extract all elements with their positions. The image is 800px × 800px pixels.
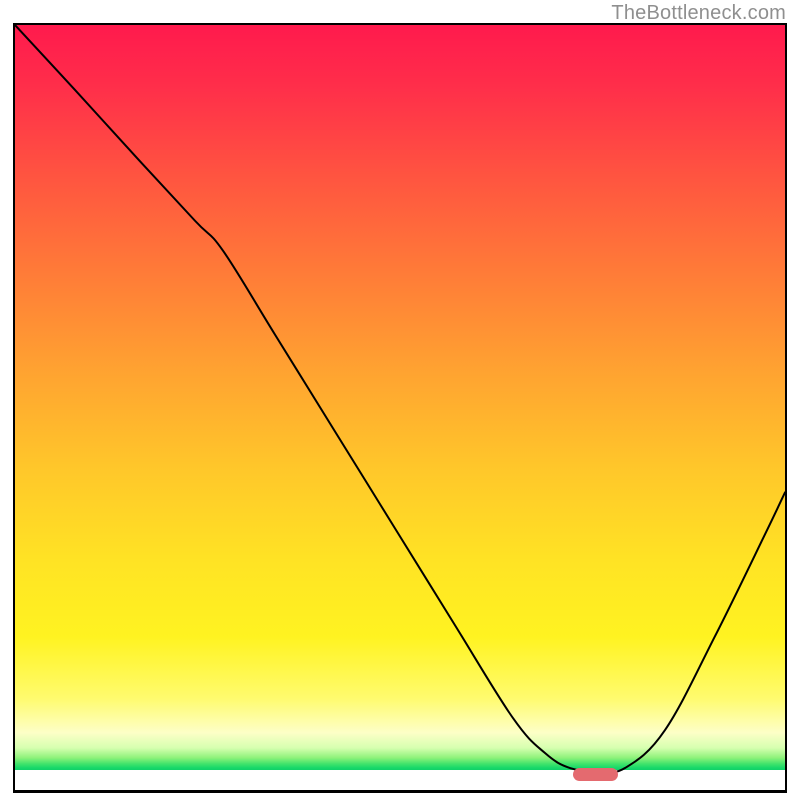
optimum-marker	[573, 768, 618, 781]
chart-background-gradient	[15, 25, 785, 790]
chart-frame	[13, 23, 787, 793]
watermark-text: TheBottleneck.com	[611, 2, 786, 25]
